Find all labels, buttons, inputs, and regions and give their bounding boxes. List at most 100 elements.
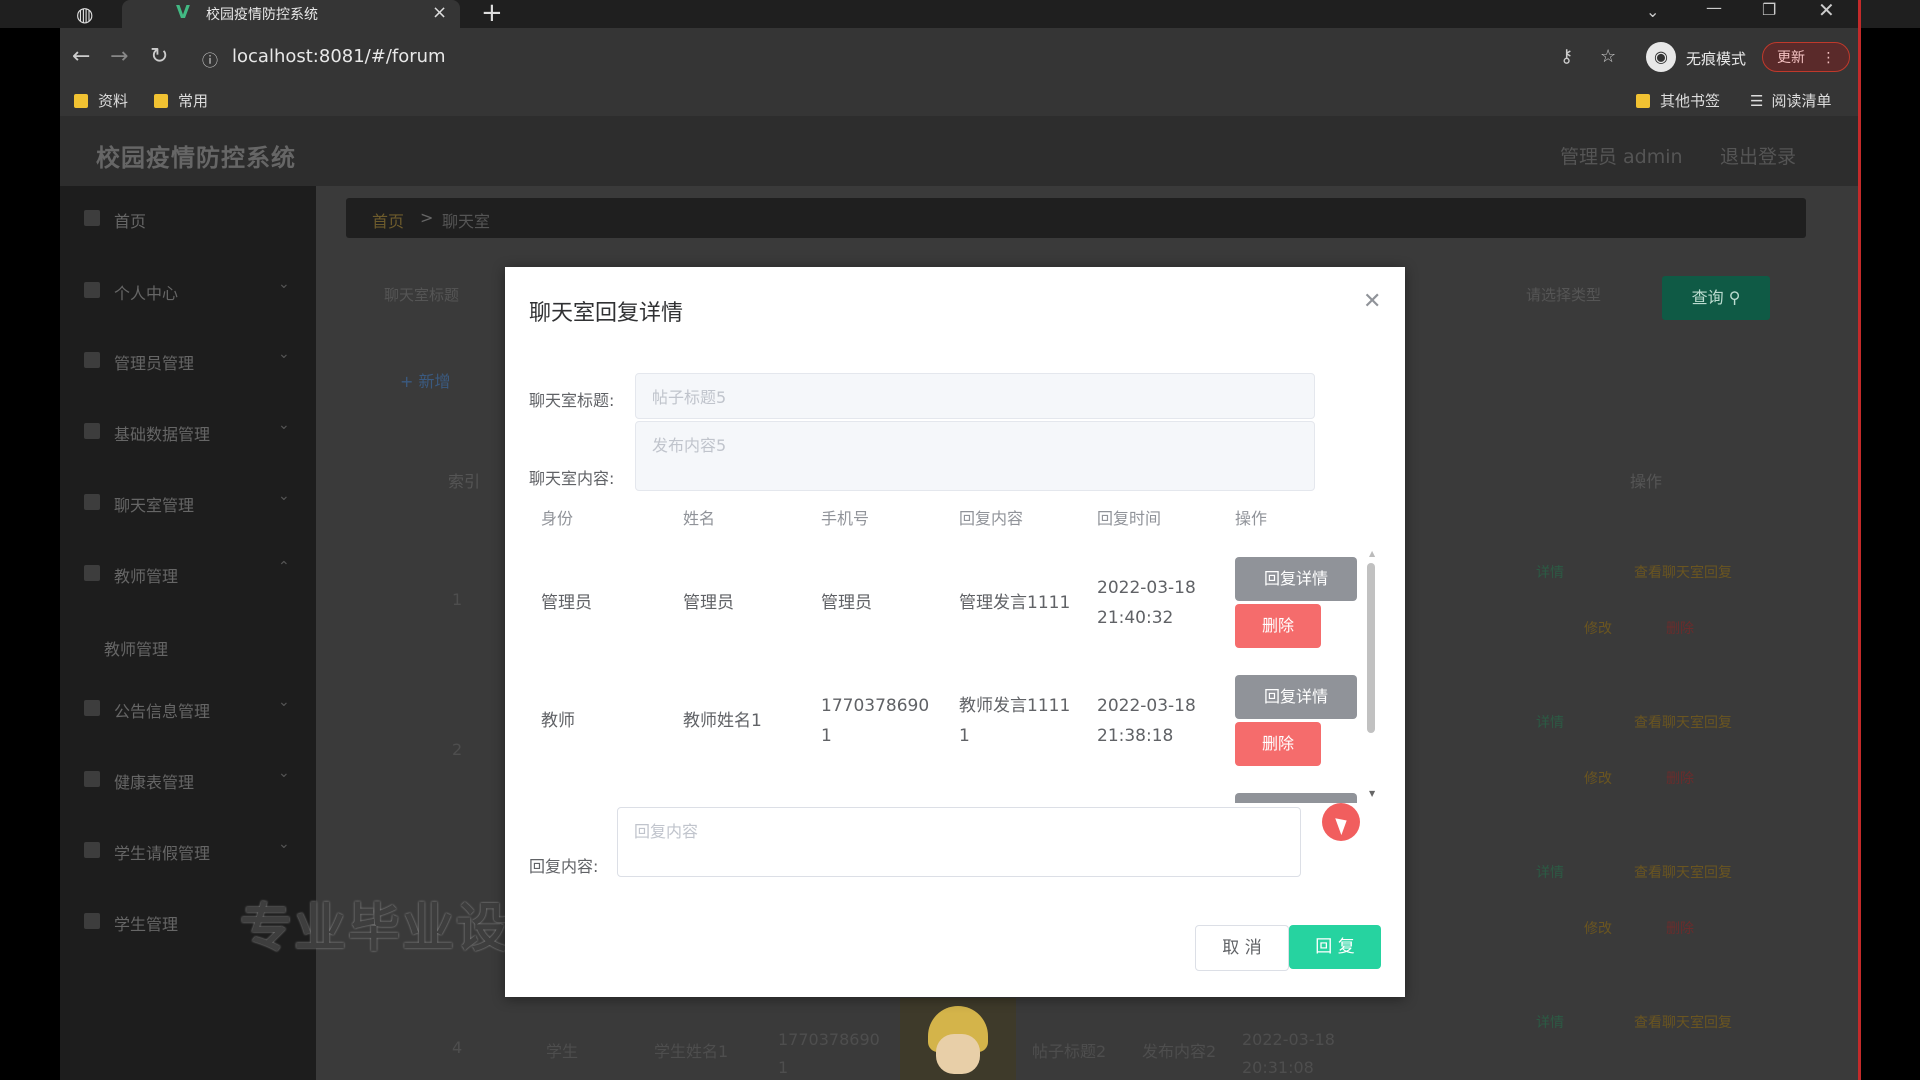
column-header-reply: 回复内容 xyxy=(959,509,1024,528)
tab-close-icon[interactable]: × xyxy=(432,2,447,23)
reload-icon[interactable]: ↻ xyxy=(150,44,168,69)
row-reply-link[interactable]: 查看聊天室回复 xyxy=(1634,712,1732,732)
chevron-up-icon: ⌃ xyxy=(278,559,290,575)
sidebar-item-teachers[interactable]: 教师管理 ⌃ xyxy=(60,541,316,611)
close-icon[interactable]: ✕ xyxy=(1363,289,1381,314)
site-info-icon[interactable]: ⓘ xyxy=(202,47,218,71)
menu-dots-icon: ⋮ xyxy=(1821,50,1836,66)
reply-row-content-line2: 1 xyxy=(959,726,970,746)
new-tab-icon[interactable]: + xyxy=(481,0,503,28)
row-detail-link[interactable]: 详情 xyxy=(1536,862,1564,882)
chatroom-title-label: 聊天室标题: xyxy=(529,391,615,410)
sidebar-item-profile[interactable]: 个人中心 ⌄ xyxy=(60,258,316,328)
chevron-down-icon: ⌄ xyxy=(278,417,290,433)
query-button[interactable]: 查询 ⚲ xyxy=(1662,276,1770,320)
row-reply-link[interactable]: 查看聊天室回复 xyxy=(1634,862,1732,882)
reply-row-name: 管理员 xyxy=(683,593,734,613)
notice-icon xyxy=(84,700,100,716)
address-bar[interactable]: localhost:8081/#/forum xyxy=(232,46,446,67)
minimize-icon[interactable]: — xyxy=(1706,0,1722,17)
sidebar-item-base-data[interactable]: 基础数据管理 ⌄ xyxy=(60,399,316,469)
reply-delete-button[interactable]: 删除 xyxy=(1235,722,1321,766)
add-button[interactable]: + 新增 xyxy=(400,368,451,392)
sidebar-item-health[interactable]: 健康表管理 ⌄ xyxy=(60,747,316,817)
type-select[interactable]: 请选择类型 xyxy=(1526,284,1601,305)
reply-detail-button[interactable]: 回复详情 xyxy=(1235,557,1357,601)
folder-icon xyxy=(1636,94,1650,108)
column-header-time: 回复时间 xyxy=(1097,509,1162,528)
cancel-button[interactable]: 取 消 xyxy=(1195,925,1289,971)
sidebar-item-home[interactable]: 首页 xyxy=(60,186,316,256)
table-row-index: 4 xyxy=(452,1038,463,1057)
user-icon xyxy=(84,282,100,298)
update-button[interactable]: 更新 ⋮ xyxy=(1762,42,1850,72)
bookmark-star-icon[interactable]: ☆ xyxy=(1600,46,1616,67)
incognito-label: 无痕模式 xyxy=(1686,50,1747,68)
search-icon: ⚲ xyxy=(1728,288,1741,307)
row-delete-link[interactable]: 删除 xyxy=(1666,918,1694,938)
row-edit-link[interactable]: 修改 xyxy=(1584,618,1612,638)
tab-search-icon[interactable]: ⌄ xyxy=(1646,2,1659,21)
scroll-up-icon[interactable]: ▲ xyxy=(1369,549,1375,558)
row-detail-link[interactable]: 详情 xyxy=(1536,562,1564,582)
back-icon[interactable]: ← xyxy=(72,44,90,69)
row-detail-link[interactable]: 详情 xyxy=(1536,712,1564,732)
breadcrumb-home[interactable]: 首页 xyxy=(372,208,404,232)
table-scrollbar[interactable] xyxy=(1367,563,1375,733)
reply-button[interactable]: 回 复 xyxy=(1289,925,1381,969)
row-detail-link[interactable]: 详情 xyxy=(1536,1012,1564,1032)
restore-icon[interactable]: ❐ xyxy=(1762,0,1776,19)
browser-profile-icon[interactable]: ◍ xyxy=(76,2,93,26)
sidebar-item-chatroom[interactable]: 聊天室管理 ⌄ xyxy=(60,470,316,540)
other-bookmarks[interactable]: 其他书签 xyxy=(1636,90,1720,111)
reply-content-field[interactable]: 回复内容 xyxy=(617,807,1301,877)
flag-icon xyxy=(84,352,100,368)
forward-icon[interactable]: → xyxy=(110,44,128,69)
column-header-ops: 操作 xyxy=(1630,472,1663,491)
chevron-down-icon: ⌄ xyxy=(278,836,290,852)
scroll-down-icon[interactable]: ▼ xyxy=(1369,789,1375,798)
reading-list-icon: ☰ xyxy=(1750,92,1764,110)
sidebar-item-admins[interactable]: 管理员管理 ⌄ xyxy=(60,328,316,398)
row-delete-link[interactable]: 删除 xyxy=(1666,618,1694,638)
reply-row-content-line1: 教师发言1111 xyxy=(959,696,1071,716)
reply-row-date: 2022-03-18 xyxy=(1097,696,1196,716)
table-row-name: 学生姓名1 xyxy=(654,1042,729,1061)
reply-delete-button[interactable]: 删除 xyxy=(1235,604,1321,648)
search-input[interactable]: 聊天室标题 xyxy=(384,284,504,305)
reply-detail-button-partial[interactable] xyxy=(1235,793,1357,803)
table-row-phone: 17703786901 xyxy=(778,1030,880,1077)
row-reply-link[interactable]: 查看聊天室回复 xyxy=(1634,562,1732,582)
reading-list[interactable]: ☰ 阅读清单 xyxy=(1750,90,1831,111)
reply-row-phone-line1: 1770378690 xyxy=(821,696,930,716)
chatroom-content-field[interactable]: 发布内容5 xyxy=(635,421,1315,491)
column-header-ops: 操作 xyxy=(1235,509,1268,528)
reply-detail-button[interactable]: 回复详情 xyxy=(1235,675,1357,719)
row-delete-link[interactable]: 删除 xyxy=(1666,768,1694,788)
chatroom-title-field[interactable]: 帖子标题5 xyxy=(635,373,1315,419)
sidebar-item-leave[interactable]: 学生请假管理 ⌄ xyxy=(60,818,316,888)
breadcrumb xyxy=(346,198,1806,238)
sidebar-item-notices[interactable]: 公告信息管理 ⌄ xyxy=(60,676,316,746)
reply-row-identity: 管理员 xyxy=(541,593,592,613)
row-edit-link[interactable]: 修改 xyxy=(1584,768,1612,788)
bookmark-item-2[interactable]: 常用 xyxy=(154,90,208,111)
column-header-identity: 身份 xyxy=(541,509,574,528)
sidebar-subitem-teachers[interactable]: 教师管理 xyxy=(104,636,168,660)
send-icon xyxy=(84,423,100,439)
row-edit-link[interactable]: 修改 xyxy=(1584,918,1612,938)
key-icon[interactable]: ⚷ xyxy=(1560,46,1573,67)
screen-edge-marker xyxy=(1858,0,1861,1080)
chevron-down-icon: ⌄ xyxy=(278,694,290,710)
reply-detail-dialog: 聊天室回复详情 ✕ 聊天室标题: 帖子标题5 聊天室内容: 发布内容5 身份 姓… xyxy=(505,267,1405,997)
student-icon xyxy=(84,913,100,929)
dialog-title: 聊天室回复详情 xyxy=(529,301,684,326)
logout-link[interactable]: 退出登录 xyxy=(1720,142,1796,169)
bookmark-item-1[interactable]: 资料 xyxy=(74,90,128,111)
chevron-down-icon: ⌄ xyxy=(278,765,290,781)
reply-row-name: 教师姓名1 xyxy=(683,711,762,731)
vue-favicon-icon: V xyxy=(176,2,190,23)
row-reply-link[interactable]: 查看聊天室回复 xyxy=(1634,1012,1732,1032)
incognito-icon[interactable]: ◉ xyxy=(1646,42,1676,72)
close-window-icon[interactable]: ✕ xyxy=(1818,0,1835,22)
